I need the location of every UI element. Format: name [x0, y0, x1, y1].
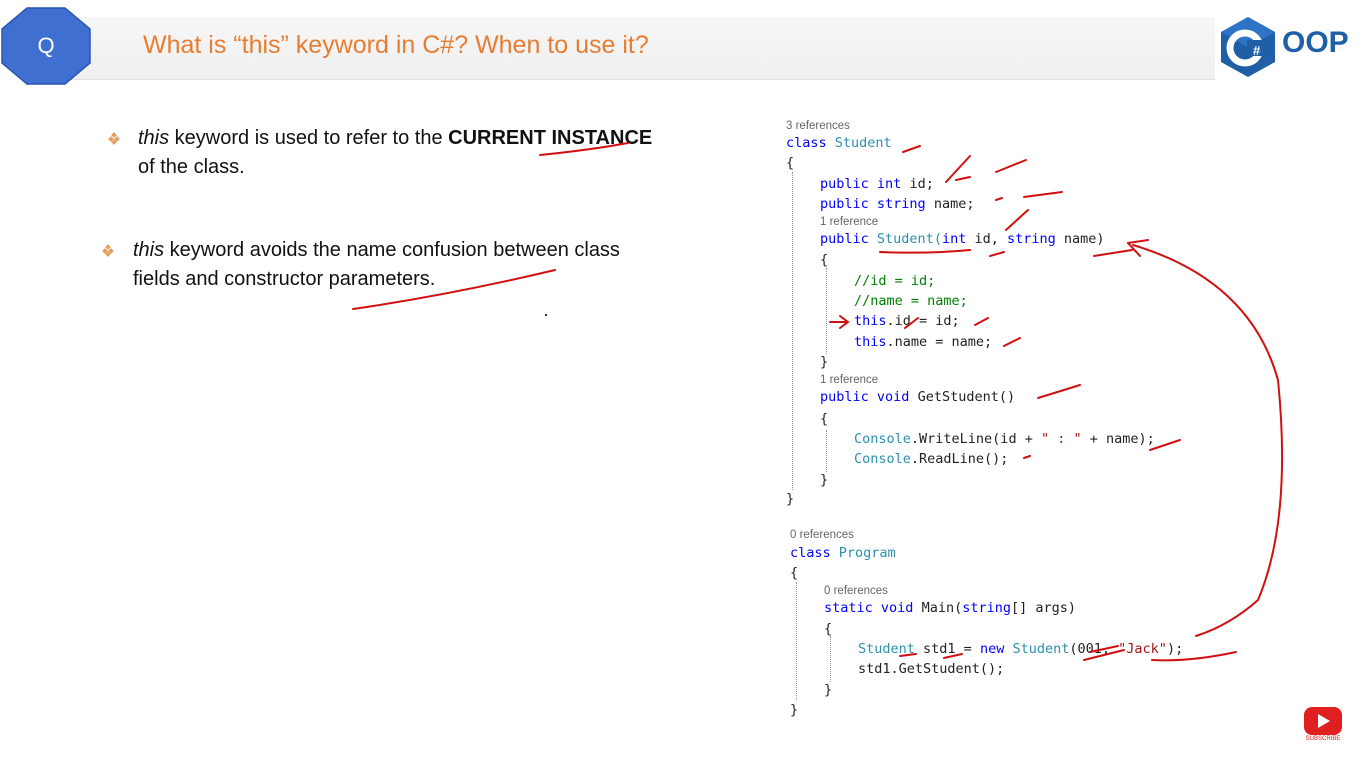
reference-count: 3 references [786, 120, 850, 132]
indent-guide [830, 636, 831, 682]
code-line: } [820, 354, 829, 370]
code-line: { [824, 621, 833, 637]
code-line: { [820, 411, 829, 427]
code-line: public string name; [820, 196, 975, 212]
code-line: this.id = id; [854, 313, 960, 329]
bullet-current-instance: this keyword is used to refer to the CUR… [138, 124, 698, 182]
indent-guide [826, 430, 827, 472]
code-line: public void GetStudent() [820, 389, 1016, 405]
code-line: { [820, 252, 829, 268]
diamond-bullet-icon [108, 132, 120, 145]
svg-text:#: # [1253, 43, 1261, 58]
code-line: } [786, 491, 795, 507]
code-line: public int id; [820, 176, 934, 192]
code-line: Console.WriteLine(id + " : " + name); [854, 431, 1155, 447]
subscribe-label[interactable]: SUBSCRIBE [1300, 736, 1346, 742]
diamond-bullet-icon [102, 244, 114, 257]
code-comment: //name = name; [854, 293, 968, 309]
bullet-name-confusion: this keyword avoids the name confusion b… [133, 236, 693, 294]
bullet-italic: this [138, 127, 170, 149]
indent-guide [796, 582, 797, 700]
bullet-text-line2: of the class. [138, 156, 245, 178]
code-line: public Student(int id, string name) [820, 231, 1105, 247]
code-line: } [790, 702, 799, 718]
logo-text: OOP [1282, 26, 1349, 59]
bullet-italic: this [133, 239, 165, 261]
code-line: Console.ReadLine(); [854, 451, 1009, 467]
code-line: static void Main(string[] args) [824, 600, 1077, 616]
code-comment: //id = id; [854, 273, 936, 289]
code-line: this.name = name; [854, 334, 993, 350]
code-line: { [790, 565, 799, 581]
code-line: } [820, 472, 829, 488]
code-line: Student std1 = new Student(001, "Jack"); [858, 641, 1184, 657]
code-line: class Program [790, 545, 896, 561]
bullet-text: keyword is used to refer to the [169, 127, 449, 149]
reference-count: 0 references [790, 529, 854, 541]
code-line: } [824, 682, 833, 698]
reference-count: 0 references [824, 585, 888, 597]
bullet-bold: CURRENT INSTANCE [448, 127, 653, 149]
bullet-text-line2: fields and constructor parameters. [133, 268, 436, 290]
code-line: std1.GetStudent(); [858, 661, 1005, 677]
question-badge-letter: Q [37, 33, 55, 58]
reference-count: 1 reference [820, 374, 879, 386]
csharp-logo-icon: # [1221, 17, 1275, 77]
code-line: class Student [786, 135, 892, 151]
page-title: What is “this” keyword in C#? When to us… [143, 31, 649, 59]
indent-guide [792, 172, 793, 490]
reference-count: 1 reference [820, 216, 879, 228]
code-line: { [786, 155, 795, 171]
bullet-text: keyword avoids the name confusion betwee… [164, 239, 620, 261]
indent-guide [826, 268, 827, 354]
